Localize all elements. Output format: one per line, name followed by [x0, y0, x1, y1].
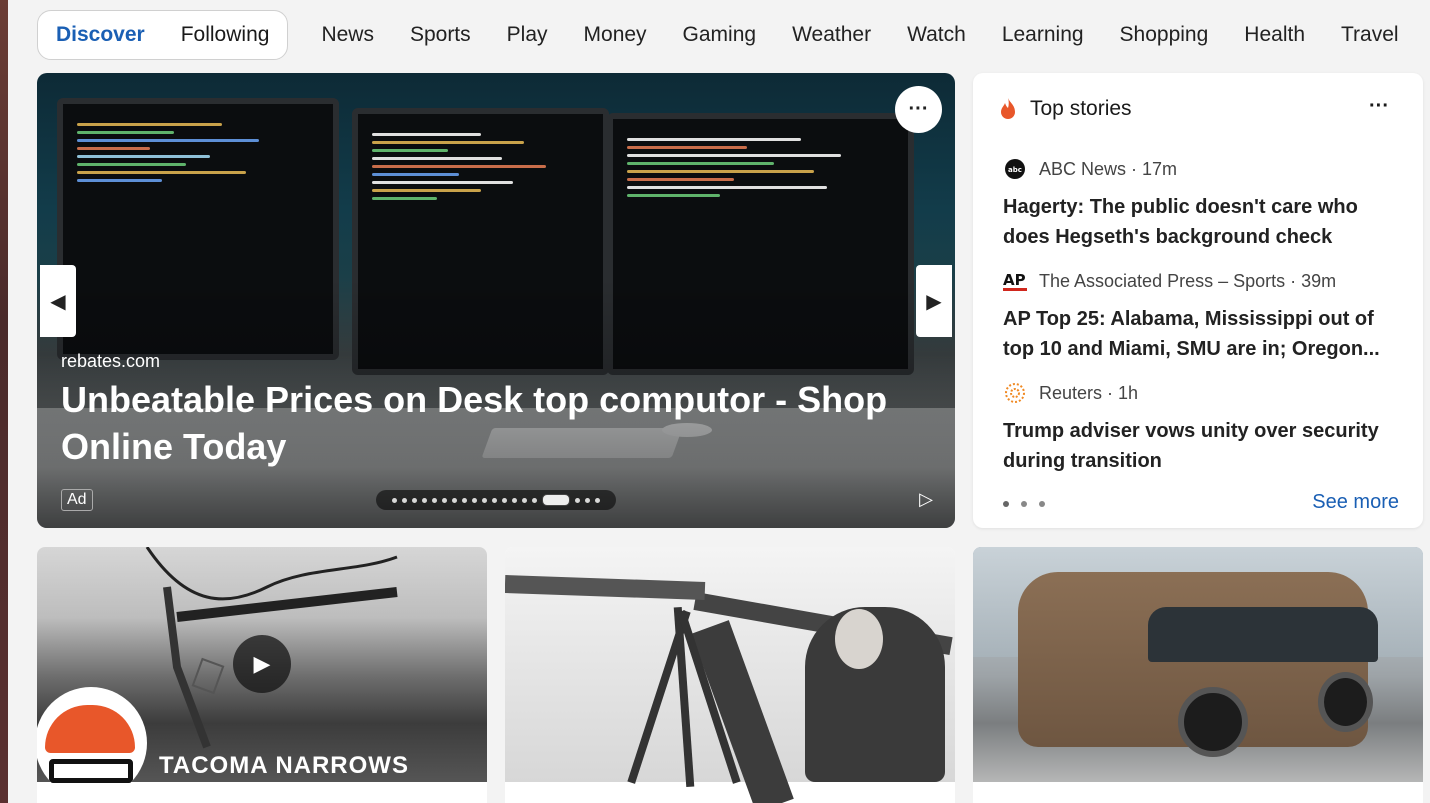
news-card[interactable] [973, 547, 1423, 803]
story-title[interactable]: AP Top 25: Alabama, Mississippi out of t… [1003, 304, 1403, 364]
hero-carousel[interactable]: ··· ◀ ▶ rebates.com Unbeatable Prices on… [37, 73, 955, 528]
rotor-blade [505, 575, 706, 600]
story-item[interactable]: AP The Associated Press – Sports · 39m A… [1003, 269, 1403, 364]
see-more-link[interactable]: See more [1312, 491, 1399, 514]
nav-item-shopping[interactable]: Shopping [1120, 23, 1209, 47]
window-edge [0, 0, 8, 803]
feed-toggle: Discover Following [37, 10, 289, 60]
ellipsis-icon: ··· [1369, 95, 1389, 117]
nav-item-travel[interactable]: Travel [1341, 23, 1399, 47]
chevron-left-icon: ◀ [50, 290, 66, 313]
card-overlay-text: TACOMA NARROWS BRIDGE [159, 752, 409, 803]
channel-logo [37, 687, 147, 799]
adchoices-icon[interactable]: ▷ [919, 489, 933, 510]
nav-item-health[interactable]: Health [1244, 23, 1305, 47]
carousel-dot[interactable] [502, 497, 507, 503]
carousel-dot[interactable] [402, 497, 407, 503]
news-card[interactable] [505, 547, 955, 803]
carousel-prev-button[interactable]: ◀ [40, 265, 76, 337]
nav-item-weather[interactable]: Weather [792, 23, 871, 47]
flame-icon [1001, 98, 1015, 119]
glasses-icon [49, 759, 133, 783]
story-source: The Associated Press – Sports · 39m [1039, 270, 1337, 291]
top-stories-title: Top stories [1030, 97, 1132, 120]
ad-badge: Ad [61, 489, 93, 511]
carousel-dot[interactable] [432, 497, 437, 503]
suv-windows [1148, 607, 1378, 662]
abc-news-logo-icon: abc [1003, 157, 1027, 181]
top-stories-more-button[interactable]: ··· [1369, 95, 1389, 118]
nav-item-play[interactable]: Play [507, 23, 548, 47]
carousel-dot[interactable] [472, 497, 477, 503]
page-dot[interactable] [1021, 501, 1027, 507]
wheel [1318, 672, 1373, 732]
hero-source[interactable]: rebates.com [61, 351, 160, 372]
carousel-dot[interactable] [595, 497, 600, 503]
carousel-dot[interactable] [512, 497, 517, 503]
carousel-dot[interactable] [462, 497, 467, 503]
nav-item-money[interactable]: Money [584, 23, 647, 47]
reuters-logo-icon [1003, 381, 1027, 405]
top-stories-pagination[interactable] [1003, 501, 1045, 507]
carousel-dot[interactable] [575, 497, 580, 503]
play-icon: ▶ [253, 651, 271, 676]
page-dot[interactable] [1003, 501, 1009, 507]
carousel-dot[interactable] [585, 497, 590, 503]
story-item[interactable]: Reuters · 1h Trump adviser vows unity ov… [1003, 381, 1403, 476]
hero-headline[interactable]: Unbeatable Prices on Desk top computor -… [61, 376, 891, 470]
svg-text:abc: abc [1008, 166, 1022, 174]
hard-hat-icon [45, 705, 135, 753]
person-face [835, 609, 883, 669]
carousel-dot[interactable] [532, 497, 537, 503]
rotor-blade [691, 620, 794, 803]
story-item[interactable]: abc ABC News · 17m Hagerty: The public d… [1003, 157, 1403, 252]
story-title[interactable]: Hagerty: The public doesn't care who doe… [1003, 192, 1403, 252]
top-stories-panel: Top stories ··· abc ABC News · 17m Hager… [973, 73, 1423, 528]
carousel-dot[interactable] [492, 497, 497, 503]
story-title[interactable]: Trump adviser vows unity over security d… [1003, 416, 1403, 476]
story-source: ABC News · 17m [1039, 158, 1178, 179]
nav-item-watch[interactable]: Watch [907, 23, 966, 47]
carousel-dot[interactable] [422, 497, 427, 503]
chevron-right-icon: ▶ [926, 290, 942, 313]
tab-following[interactable]: Following [181, 23, 270, 47]
page-dot[interactable] [1039, 501, 1045, 507]
nav-item-learning[interactable]: Learning [1002, 23, 1084, 47]
news-card[interactable]: ▶ TACOMA NARROWS BRIDGE [37, 547, 487, 803]
card-image [973, 547, 1423, 782]
top-nav: Discover Following News Sports Play Mone… [37, 9, 1430, 61]
carousel-dot[interactable] [522, 497, 527, 503]
carousel-dot[interactable] [442, 497, 447, 503]
carousel-dot[interactable] [392, 497, 397, 503]
tab-discover[interactable]: Discover [56, 23, 145, 47]
more-options-button[interactable]: ··· [895, 86, 942, 133]
wheel [1178, 687, 1248, 757]
nav-item-news[interactable]: News [321, 23, 374, 47]
story-source: Reuters · 1h [1039, 382, 1139, 403]
carousel-dot[interactable] [482, 497, 487, 503]
carousel-dot[interactable] [452, 497, 457, 503]
card-image [505, 547, 955, 803]
ellipsis-icon: ··· [908, 98, 929, 120]
category-nav: News Sports Play Money Gaming Weather Wa… [321, 23, 1430, 47]
carousel-dot[interactable] [412, 497, 417, 503]
svg-text:AP: AP [1003, 271, 1026, 289]
play-video-button[interactable]: ▶ [233, 635, 291, 693]
carousel-dot[interactable] [542, 494, 570, 506]
nav-item-gaming[interactable]: Gaming [683, 23, 757, 47]
carousel-pagination[interactable] [376, 490, 616, 510]
carousel-next-button[interactable]: ▶ [916, 265, 952, 337]
nav-item-sports[interactable]: Sports [410, 23, 471, 47]
ap-logo-icon: AP [1003, 269, 1027, 293]
